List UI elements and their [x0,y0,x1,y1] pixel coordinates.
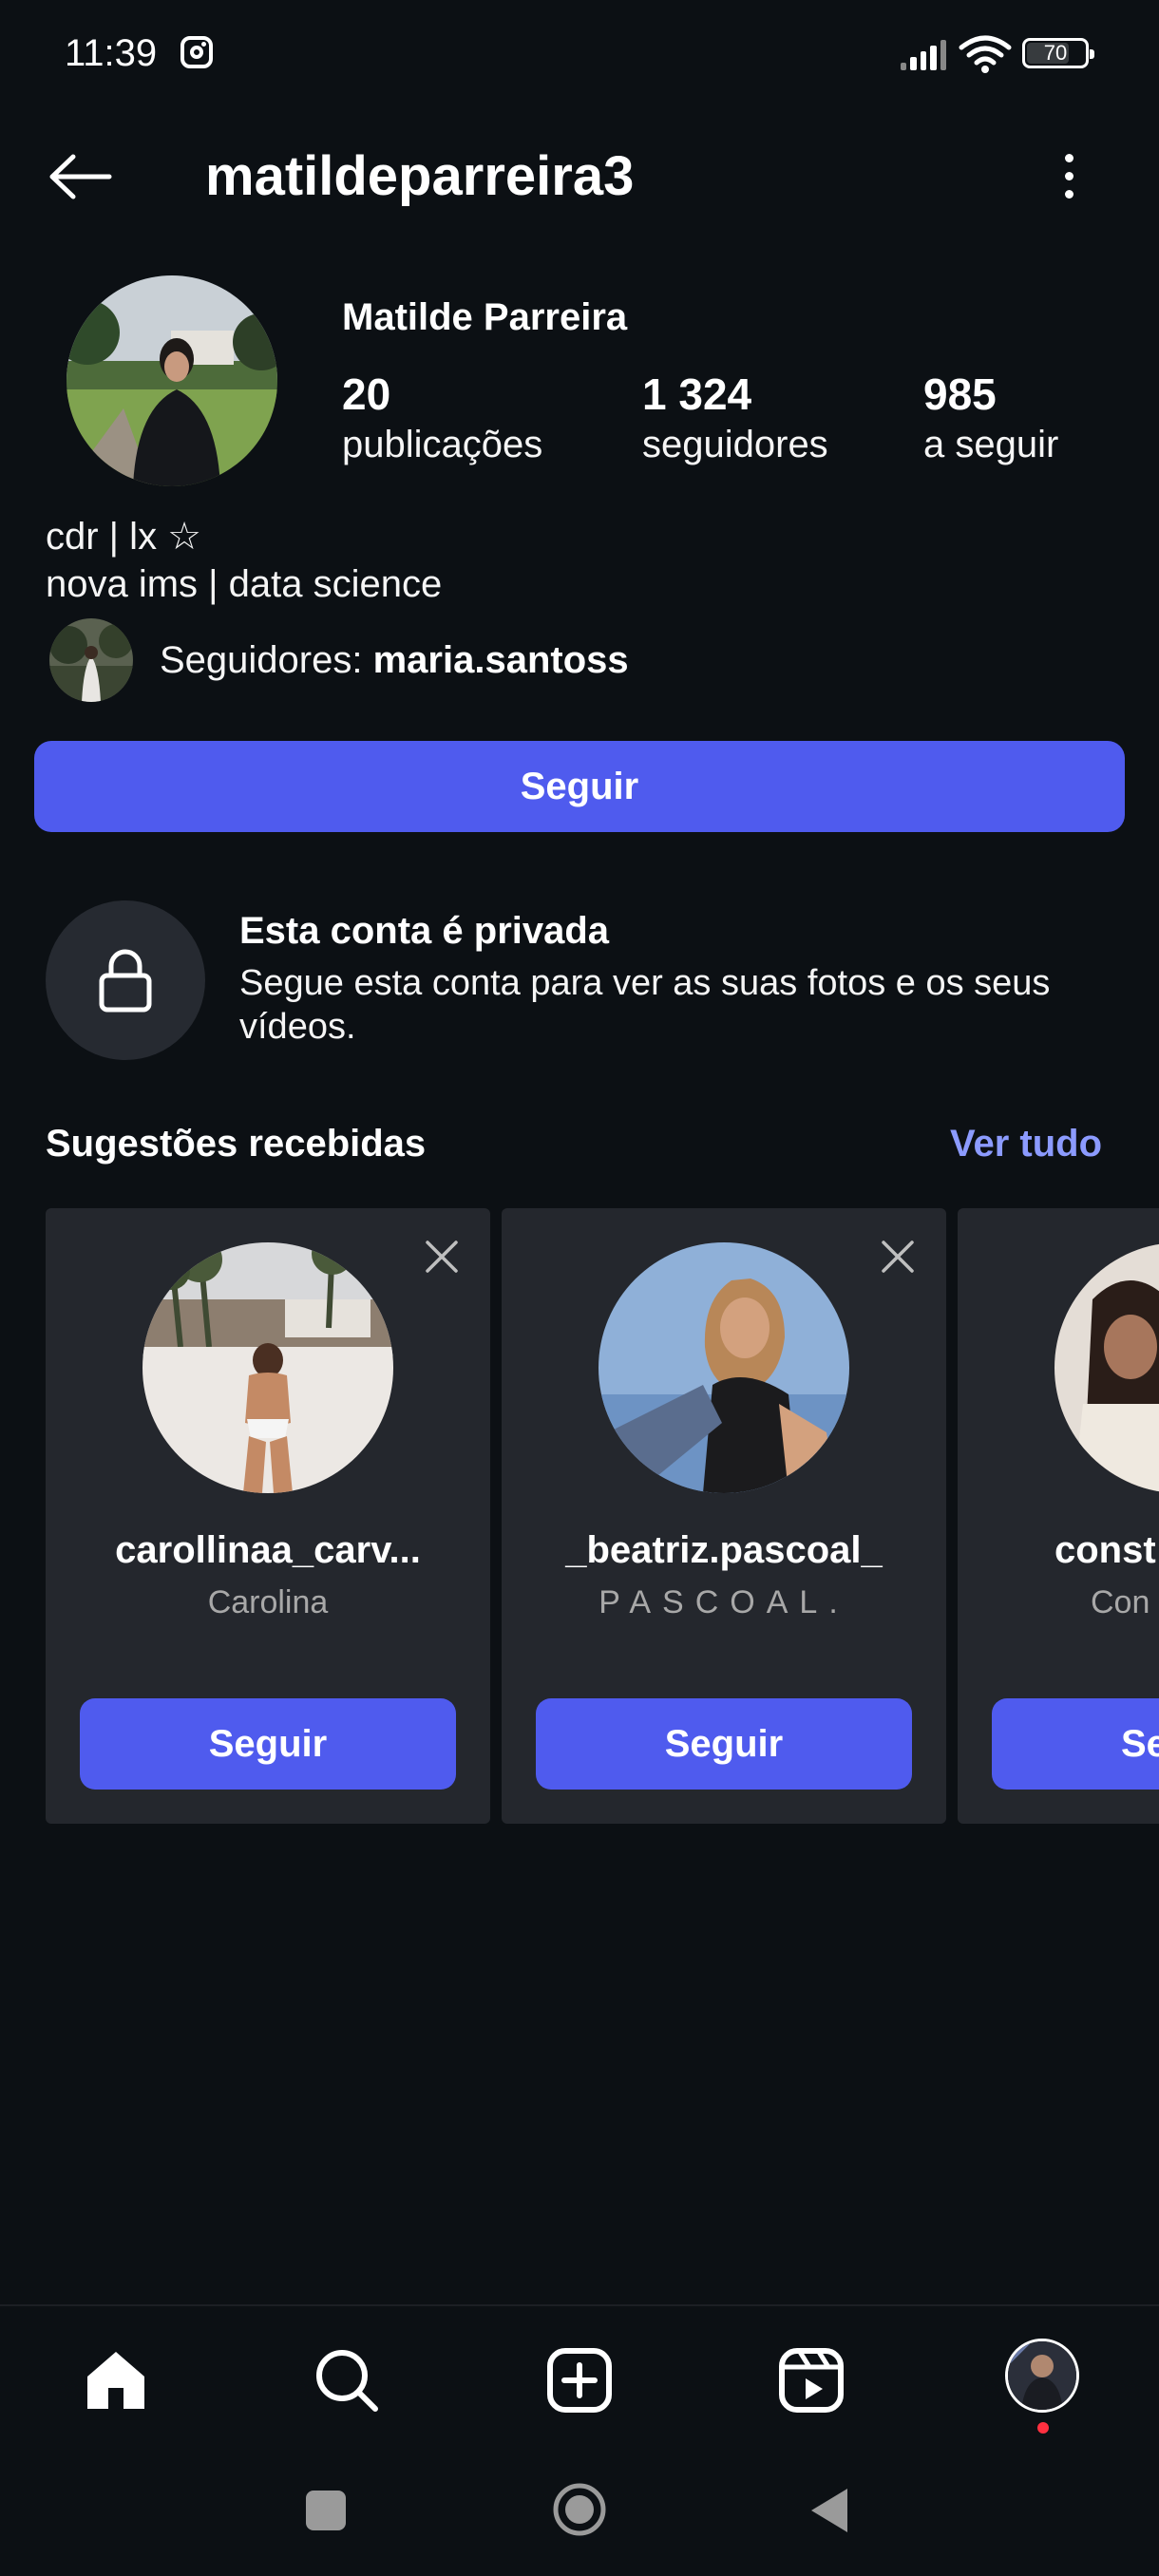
arrow-left-icon [49,154,112,199]
create-icon [547,2348,612,2413]
close-icon[interactable] [418,1233,466,1280]
bio-line-1: cdr | lx ☆ [46,516,202,558]
stat-posts[interactable]: 20 publicações [342,369,542,466]
home-button[interactable] [551,2481,608,2538]
nav-reels[interactable] [773,2342,849,2418]
battery-level: 70 [1043,41,1068,65]
more-vertical-icon [1064,153,1074,162]
signal-icon [901,38,947,70]
wifi-icon [959,35,1012,73]
mutual-follower-name: maria.santoss [372,638,629,681]
nav-search[interactable] [309,2342,385,2418]
mutual-followers[interactable]: Seguidores: maria.santoss [49,618,629,702]
status-time: 11:39 [65,32,158,74]
stat-followers[interactable]: 1 324 seguidores [642,369,828,466]
suggestion-username[interactable]: _beatriz.pascoal_ [502,1529,946,1572]
suggestion-name: Con [1091,1584,1150,1620]
suggestion-follow-button[interactable]: Seguir [536,1698,912,1790]
display-name: Matilde Parreira [342,296,628,338]
suggestion-name: PASCOAL. [598,1584,849,1620]
suggestion-follow-button[interactable]: Se [992,1698,1159,1790]
stat-following[interactable]: 985 a seguir [923,369,1058,466]
profile-avatar[interactable] [66,275,277,486]
suggestion-card[interactable]: carollinaa_carv... Carolina Seguir [46,1208,490,1824]
suggestion-avatar[interactable] [1054,1242,1159,1493]
page-title: matildeparreira3 [205,145,635,207]
more-options-button[interactable] [1045,142,1092,209]
suggestion-avatar[interactable] [598,1242,849,1493]
private-description: Segue esta conta para ver as suas fotos … [239,963,1051,1047]
instagram-icon [180,36,213,68]
stat-followers-value: 1 324 [642,369,752,419]
suggestion-name: Carolina [207,1584,329,1620]
mutual-follower-avatar [49,618,133,702]
back-button[interactable] [42,148,118,205]
bio-line-2: nova ims | data science [46,563,443,605]
lock-icon [99,949,152,1013]
reels-icon [779,2348,844,2413]
stat-posts-label: publicações [342,424,543,465]
stat-following-value: 985 [923,369,997,419]
nav-home[interactable] [78,2342,154,2418]
suggestion-avatar[interactable] [142,1242,393,1493]
suggestion-card[interactable]: _beatriz.pascoal_ PASCOAL. Seguir [502,1208,946,1824]
suggestions-title: Sugestões recebidas [46,1123,427,1165]
suggestion-username[interactable]: const [1054,1529,1159,1572]
see-all-link[interactable]: Ver tudo [950,1123,1102,1165]
mutual-followers-prefix: Seguidores: [160,638,373,681]
private-title: Esta conta é privada [239,910,610,952]
stat-posts-value: 20 [342,369,391,419]
suggestion-follow-button[interactable]: Seguir [80,1698,456,1790]
battery-icon: 70 [1022,38,1094,68]
recent-apps-button[interactable] [306,2491,346,2530]
suggestion-username[interactable]: carollinaa_carv... [46,1529,490,1572]
mutual-followers-text: Seguidores: maria.santoss [160,639,629,682]
stat-following-label: a seguir [923,424,1059,465]
private-lock-badge [46,900,205,1060]
bio: cdr | lx ☆ nova ims | data science [46,513,442,608]
nav-create[interactable] [542,2342,618,2418]
close-icon[interactable] [874,1233,922,1280]
follow-button[interactable]: Seguir [34,741,1125,832]
nav-profile-avatar[interactable] [1005,2339,1079,2413]
home-icon [87,2352,144,2409]
stat-followers-label: seguidores [642,424,828,465]
suggestion-card[interactable]: const Con Se [958,1208,1159,1824]
back-system-button[interactable] [806,2485,853,2536]
notification-dot [1037,2422,1049,2434]
search-icon [316,2350,378,2412]
bottom-nav [0,2304,1159,2449]
